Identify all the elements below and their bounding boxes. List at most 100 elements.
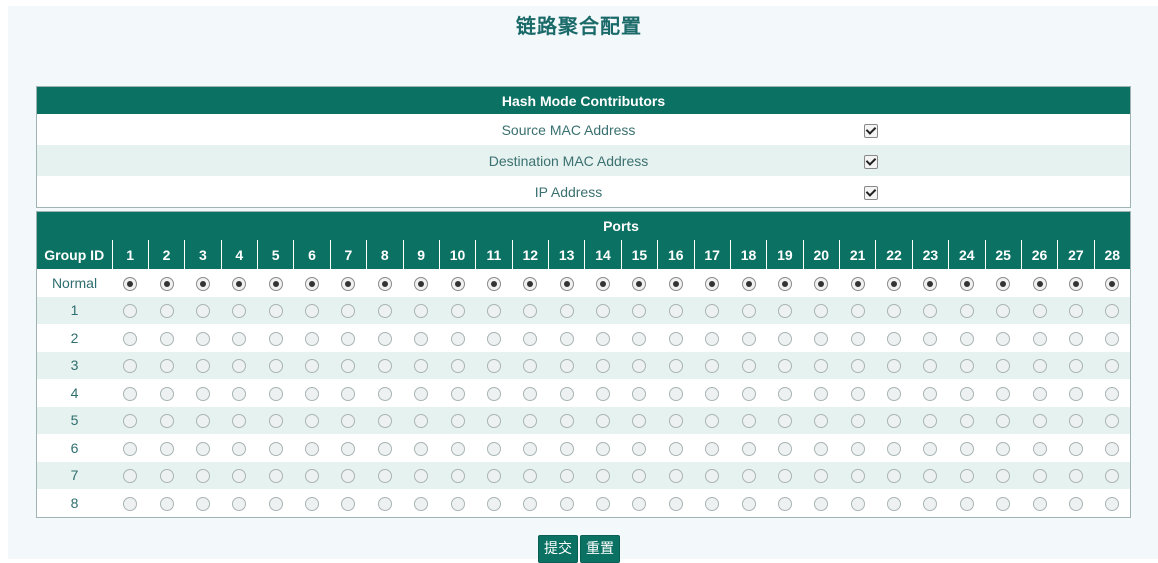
port-group-radio[interactable] (705, 414, 720, 429)
port-group-radio[interactable] (450, 414, 465, 429)
port-group-radio[interactable] (1068, 331, 1083, 346)
port-group-radio[interactable] (232, 331, 247, 346)
port-group-radio[interactable] (959, 469, 974, 484)
port-group-radio[interactable] (632, 441, 647, 456)
port-group-radio[interactable] (741, 304, 756, 319)
port-group-radio[interactable] (596, 331, 611, 346)
port-group-radio[interactable] (341, 276, 356, 291)
port-group-radio[interactable] (777, 304, 792, 319)
port-group-radio[interactable] (1032, 441, 1047, 456)
port-group-radio[interactable] (887, 359, 902, 374)
port-group-radio[interactable] (559, 359, 574, 374)
port-group-radio[interactable] (1068, 359, 1083, 374)
port-group-radio[interactable] (668, 496, 683, 511)
port-group-radio[interactable] (486, 469, 501, 484)
port-group-radio[interactable] (1032, 304, 1047, 319)
port-group-radio[interactable] (887, 414, 902, 429)
port-group-radio[interactable] (450, 441, 465, 456)
port-group-radio[interactable] (195, 386, 210, 401)
port-group-radio[interactable] (1032, 414, 1047, 429)
port-group-radio[interactable] (159, 469, 174, 484)
port-group-radio[interactable] (559, 469, 574, 484)
port-group-radio[interactable] (486, 496, 501, 511)
port-group-radio[interactable] (1105, 414, 1120, 429)
port-group-radio[interactable] (486, 276, 501, 291)
port-group-radio[interactable] (268, 276, 283, 291)
port-group-radio[interactable] (668, 414, 683, 429)
port-group-radio[interactable] (123, 496, 138, 511)
port-group-radio[interactable] (632, 386, 647, 401)
port-group-radio[interactable] (377, 304, 392, 319)
port-group-radio[interactable] (268, 331, 283, 346)
port-group-radio[interactable] (814, 304, 829, 319)
port-group-radio[interactable] (195, 304, 210, 319)
port-group-radio[interactable] (959, 359, 974, 374)
port-group-radio[interactable] (887, 276, 902, 291)
port-group-radio[interactable] (668, 359, 683, 374)
port-group-radio[interactable] (450, 276, 465, 291)
port-group-radio[interactable] (923, 331, 938, 346)
port-group-radio[interactable] (232, 386, 247, 401)
port-group-radio[interactable] (923, 496, 938, 511)
port-group-radio[interactable] (705, 304, 720, 319)
port-group-radio[interactable] (341, 304, 356, 319)
port-group-radio[interactable] (450, 496, 465, 511)
port-group-radio[interactable] (414, 304, 429, 319)
port-group-radio[interactable] (1105, 441, 1120, 456)
port-group-radio[interactable] (450, 331, 465, 346)
port-group-radio[interactable] (596, 496, 611, 511)
port-group-radio[interactable] (923, 359, 938, 374)
port-group-radio[interactable] (668, 386, 683, 401)
port-group-radio[interactable] (814, 496, 829, 511)
port-group-radio[interactable] (996, 469, 1011, 484)
port-group-radio[interactable] (341, 359, 356, 374)
port-group-radio[interactable] (996, 496, 1011, 511)
port-group-radio[interactable] (268, 386, 283, 401)
port-group-radio[interactable] (668, 276, 683, 291)
port-group-radio[interactable] (887, 304, 902, 319)
port-group-radio[interactable] (777, 359, 792, 374)
port-group-radio[interactable] (741, 359, 756, 374)
port-group-radio[interactable] (195, 441, 210, 456)
port-group-radio[interactable] (305, 386, 320, 401)
port-group-radio[interactable] (777, 386, 792, 401)
port-group-radio[interactable] (523, 304, 538, 319)
port-group-radio[interactable] (305, 414, 320, 429)
port-group-radio[interactable] (559, 414, 574, 429)
port-group-radio[interactable] (268, 414, 283, 429)
port-group-radio[interactable] (123, 414, 138, 429)
port-group-radio[interactable] (596, 386, 611, 401)
port-group-radio[interactable] (450, 469, 465, 484)
port-group-radio[interactable] (232, 304, 247, 319)
port-group-radio[interactable] (1068, 496, 1083, 511)
port-group-radio[interactable] (632, 359, 647, 374)
port-group-radio[interactable] (377, 469, 392, 484)
port-group-radio[interactable] (632, 304, 647, 319)
port-group-radio[interactable] (850, 414, 865, 429)
port-group-radio[interactable] (923, 304, 938, 319)
port-group-radio[interactable] (705, 359, 720, 374)
port-group-radio[interactable] (159, 331, 174, 346)
port-group-radio[interactable] (596, 469, 611, 484)
port-group-radio[interactable] (1105, 359, 1120, 374)
port-group-radio[interactable] (305, 276, 320, 291)
port-group-radio[interactable] (414, 414, 429, 429)
port-group-radio[interactable] (887, 331, 902, 346)
port-group-radio[interactable] (596, 276, 611, 291)
port-group-radio[interactable] (523, 331, 538, 346)
port-group-radio[interactable] (414, 276, 429, 291)
port-group-radio[interactable] (814, 359, 829, 374)
port-group-radio[interactable] (232, 441, 247, 456)
port-group-radio[interactable] (777, 414, 792, 429)
port-group-radio[interactable] (887, 469, 902, 484)
port-group-radio[interactable] (741, 331, 756, 346)
port-group-radio[interactable] (887, 496, 902, 511)
port-group-radio[interactable] (1105, 496, 1120, 511)
port-group-radio[interactable] (486, 414, 501, 429)
port-group-radio[interactable] (305, 359, 320, 374)
port-group-radio[interactable] (596, 304, 611, 319)
port-group-radio[interactable] (305, 304, 320, 319)
reset-button[interactable]: 重置 (580, 535, 620, 563)
port-group-radio[interactable] (268, 441, 283, 456)
port-group-radio[interactable] (777, 441, 792, 456)
